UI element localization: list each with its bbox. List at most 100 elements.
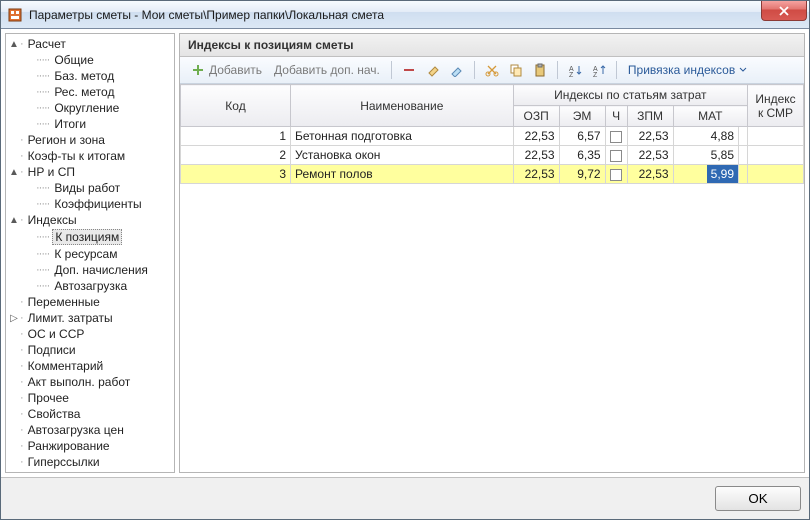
checkbox[interactable]: [610, 131, 622, 143]
tree-item[interactable]: ·Коэф-ты к итогам: [6, 148, 174, 164]
cell-smr[interactable]: [748, 146, 804, 165]
tree-item[interactable]: ·Свойства: [6, 406, 174, 422]
table-row[interactable]: 3Ремонт полов22,539,7222,535,99: [181, 165, 804, 184]
clear-button[interactable]: [446, 60, 468, 80]
tree-item-label: Регион и зона: [26, 133, 107, 147]
tree-item[interactable]: ·Ранжирование: [6, 438, 174, 454]
cell-code[interactable]: 1: [181, 127, 291, 146]
col-group[interactable]: Индексы по статьям затрат: [513, 85, 747, 106]
erase-button[interactable]: [422, 60, 444, 80]
cell-ch[interactable]: [605, 127, 627, 146]
checkbox[interactable]: [610, 169, 622, 181]
cell-mat[interactable]: 5,99: [673, 165, 738, 184]
tree-item[interactable]: ▲·Индексы: [6, 212, 174, 228]
tree-item[interactable]: ·····Доп. начисления: [6, 262, 174, 278]
cell-em[interactable]: 6,57: [559, 127, 605, 146]
tree-item[interactable]: ·····Общие: [6, 52, 174, 68]
bind-indexes-button[interactable]: Привязка индексов: [623, 60, 752, 80]
col-ch[interactable]: Ч: [605, 106, 627, 127]
col-smr[interactable]: Индекс к СМР: [748, 85, 804, 127]
cell-zpm[interactable]: 22,53: [627, 127, 673, 146]
cut-button[interactable]: [481, 60, 503, 80]
tree-item[interactable]: ▲·Расчет: [6, 36, 174, 52]
cell-smr[interactable]: [748, 127, 804, 146]
col-em[interactable]: ЭМ: [559, 106, 605, 127]
cell-em[interactable]: 6,35: [559, 146, 605, 165]
cell-zpm[interactable]: 22,53: [627, 165, 673, 184]
tree-item[interactable]: ·Комментарий: [6, 358, 174, 374]
sort-asc-icon: AZ: [568, 63, 582, 77]
indexes-grid[interactable]: Код Наименование Индексы по статьям затр…: [180, 84, 804, 184]
paste-button[interactable]: [529, 60, 551, 80]
tree-item-label: Ранжирование: [26, 439, 112, 453]
tree-item[interactable]: ·Прочее: [6, 390, 174, 406]
grid-scroll[interactable]: Код Наименование Индексы по статьям затр…: [180, 84, 804, 472]
cell-mat[interactable]: 4,88: [673, 127, 738, 146]
tree-item[interactable]: ·Акт выполн. работ: [6, 374, 174, 390]
tree-item[interactable]: ·····Округление: [6, 100, 174, 116]
table-row[interactable]: 1Бетонная подготовка22,536,5722,534,88: [181, 127, 804, 146]
sort-desc-button[interactable]: AZ: [588, 60, 610, 80]
tree-item[interactable]: ·····Виды работ: [6, 180, 174, 196]
tree-item[interactable]: ·Гиперссылки: [6, 454, 174, 470]
tree-item-label: Общие: [52, 53, 95, 67]
copy-button[interactable]: [505, 60, 527, 80]
add-extra-button[interactable]: Добавить доп. нач.: [269, 60, 385, 80]
tree-item-label: Расчет: [26, 37, 68, 51]
cell-ozp[interactable]: 22,53: [513, 165, 559, 184]
cell-spacer[interactable]: [739, 165, 748, 184]
col-code[interactable]: Код: [181, 85, 291, 127]
col-mat[interactable]: МАТ: [673, 106, 747, 127]
tree-item[interactable]: ·····К позициям: [6, 228, 174, 246]
cell-ch[interactable]: [605, 146, 627, 165]
delete-button[interactable]: [398, 60, 420, 80]
cell-em[interactable]: 9,72: [559, 165, 605, 184]
cell-spacer[interactable]: [739, 127, 748, 146]
cell-ch[interactable]: [605, 165, 627, 184]
plus-icon: [191, 63, 205, 77]
tree-item[interactable]: ·····Итоги: [6, 116, 174, 132]
col-zpm[interactable]: ЗПМ: [627, 106, 673, 127]
sort-asc-button[interactable]: AZ: [564, 60, 586, 80]
cell-name[interactable]: Ремонт полов: [291, 165, 514, 184]
cell-ozp[interactable]: 22,53: [513, 127, 559, 146]
tree-item[interactable]: ·····Рес. метод: [6, 84, 174, 100]
expand-arrow-icon: ▲: [8, 167, 20, 178]
tree-item-label: Свойства: [26, 407, 83, 421]
panel-title: Индексы к позициям сметы: [180, 34, 804, 57]
cell-mat[interactable]: 5,85: [673, 146, 738, 165]
cell-smr[interactable]: [748, 165, 804, 184]
nav-tree[interactable]: ▲·Расчет·····Общие·····Баз. метод·····Ре…: [5, 33, 175, 473]
table-row[interactable]: 2Установка окон22,536,3522,535,85: [181, 146, 804, 165]
copy-icon: [509, 63, 523, 77]
tree-item-label: Баз. метод: [52, 69, 116, 83]
tree-item[interactable]: ·····Коэффициенты: [6, 196, 174, 212]
add-button[interactable]: Добавить: [186, 60, 267, 80]
tree-item[interactable]: ▷·Лимит. затраты: [6, 310, 174, 326]
cell-name[interactable]: Бетонная подготовка: [291, 127, 514, 146]
tree-item[interactable]: ·····Баз. метод: [6, 68, 174, 84]
tree-item[interactable]: ·····К ресурсам: [6, 246, 174, 262]
close-button[interactable]: [761, 1, 807, 21]
toolbar-separator: [474, 61, 475, 79]
ok-button[interactable]: OK: [715, 486, 801, 511]
minus-icon: [402, 63, 416, 77]
tree-item[interactable]: ·Регион и зона: [6, 132, 174, 148]
tree-item[interactable]: ·····Автозагрузка: [6, 278, 174, 294]
tree-item[interactable]: ·Автозагрузка цен: [6, 422, 174, 438]
col-name[interactable]: Наименование: [291, 85, 514, 127]
tree-item[interactable]: ·Подписи: [6, 342, 174, 358]
tree-item[interactable]: ▲·НР и СП: [6, 164, 174, 180]
cell-code[interactable]: 3: [181, 165, 291, 184]
tree-item[interactable]: ·Переменные: [6, 294, 174, 310]
col-ozp[interactable]: ОЗП: [513, 106, 559, 127]
tree-item-label: НР и СП: [26, 165, 77, 179]
cell-ozp[interactable]: 22,53: [513, 146, 559, 165]
tree-item[interactable]: ·ОС и ССР: [6, 326, 174, 342]
cell-spacer[interactable]: [739, 146, 748, 165]
cell-code[interactable]: 2: [181, 146, 291, 165]
cell-name[interactable]: Установка окон: [291, 146, 514, 165]
checkbox[interactable]: [610, 150, 622, 162]
cell-zpm[interactable]: 22,53: [627, 146, 673, 165]
tree-item-label: Индексы: [26, 213, 79, 227]
